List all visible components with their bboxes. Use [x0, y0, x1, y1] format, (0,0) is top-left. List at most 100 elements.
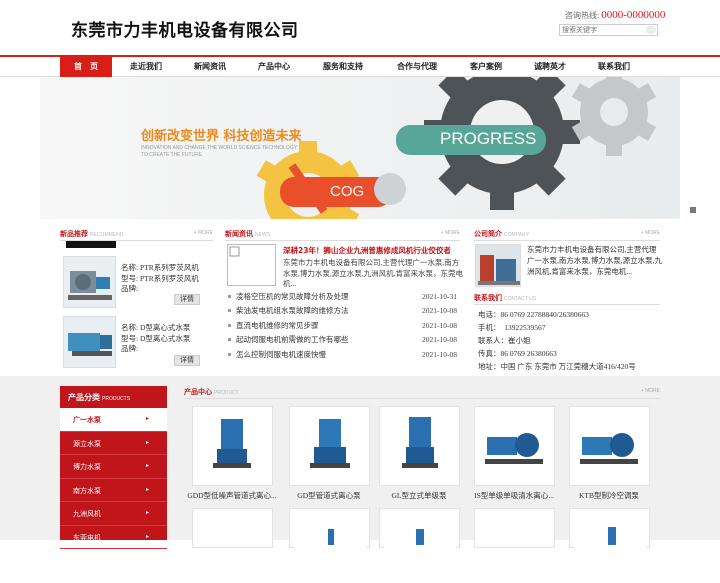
product-name: 名称: PTR系列罗茨风机 — [121, 263, 199, 272]
category-title: 产品分类 PRODUCTS — [68, 393, 131, 402]
category-list: 广一水泵 ▸ 源立水泵 ▸ 博力水泵 ▸ 南方水泵 ▸ 九洲风机 ▸ 东莞电机 ▸ — [60, 408, 167, 549]
blower-icon — [68, 271, 112, 300]
category-item[interactable]: 九洲风机 ▸ — [60, 502, 167, 526]
category-item[interactable]: 广一水泵 ▸ — [60, 408, 167, 432]
product-center-title: 产品中心 PRODUCT — [184, 388, 239, 396]
vertical-pump-icon — [197, 411, 269, 481]
new-products-header: 新品推荐 RECOMMEND + MORE — [60, 228, 213, 241]
nav-item-home[interactable]: 首 页 — [60, 57, 112, 77]
contact-person: 联系人：崔小姐 — [478, 336, 531, 345]
product-info-d: 名称: D型离心式水泵 型号: D型离心式水泵 品牌: — [121, 323, 190, 355]
banner-slogan: 创新改变世界 科技创造未来 — [141, 129, 302, 144]
product-image-d-pump[interactable] — [63, 316, 116, 368]
product-name[interactable]: IS型单级单吸清水离心... — [464, 490, 564, 501]
news-thumbnail[interactable] — [227, 244, 276, 286]
company-title: 公司简介 COMPANY — [474, 230, 529, 238]
hotline-number: 0000-0000000 — [601, 9, 666, 21]
contact-fax: 传真：86 0769 26380663 — [478, 349, 557, 358]
vertical-pump-icon — [294, 411, 366, 481]
nav-item-news[interactable]: 新闻资讯 — [178, 57, 242, 77]
pump-icon — [294, 513, 366, 583]
news-list-item[interactable]: 直流电机维修的常见步骤 2021-10-08 — [227, 319, 457, 333]
product-center-more-link[interactable]: + MORE — [641, 388, 660, 394]
product-name[interactable]: GD型管道式离心泵 — [279, 490, 379, 501]
banner-slogan-en: INNOVATION AND CHANGE THE WORLD SCIENCE … — [141, 145, 297, 158]
nav-item-contact[interactable]: 联系我们 — [582, 57, 646, 77]
news-list-item[interactable]: 起动伺服电机前需做的工作有哪些 2021-10-08 — [227, 333, 457, 347]
new-products-title: 新品推荐 RECOMMEND — [60, 230, 124, 238]
hotline-label: 咨询热线: — [565, 11, 600, 20]
contact-header: 联系我们 CONTACT US — [474, 292, 660, 305]
news-list-item[interactable]: 怎么控制伺服电机速度快慢 2021-10-08 — [227, 348, 457, 362]
search-button[interactable] — [646, 26, 656, 34]
news-headline[interactable]: 深耕23年！狮山企业九洲普惠修成风机行业佼佼者 — [283, 245, 451, 256]
product-model: 型号: D型离心式水泵 — [121, 333, 191, 343]
main-nav: 首 页 走近我们 新闻资讯 产品中心 服务和支持 合作与代理 客户案例 诚聘英才… — [0, 55, 720, 77]
product-card[interactable] — [474, 508, 555, 548]
search-box — [559, 24, 658, 36]
company-header: 公司简介 COMPANY + MORE — [474, 228, 660, 241]
contact-phone: 电话：86 0769 22788840/26380663 — [478, 310, 589, 319]
news-list-item[interactable]: 凌格空压机的常见故障分析及处理 2021-10-31 — [227, 290, 457, 304]
product-info-ptr: 名称: PTR系列罗茨风机 型号: PTR系列罗茨风机 品牌: — [121, 263, 199, 295]
product-name-bar — [66, 241, 116, 248]
banner-pager-dot[interactable] — [690, 207, 696, 213]
product-card[interactable] — [192, 508, 273, 548]
gear-progress-label: PROGRESS — [440, 129, 537, 148]
banner[interactable]: 创新改变世界 科技创造未来 INNOVATION AND CHANGE THE … — [40, 77, 680, 219]
nav-item-about[interactable]: 走近我们 — [114, 57, 178, 77]
company-more-link[interactable]: + MORE — [641, 230, 660, 236]
product-name[interactable]: GDD型低噪声管道式离心... — [182, 490, 282, 501]
pump-icon — [574, 513, 646, 583]
horizontal-pump-icon — [574, 411, 646, 481]
news-title: 新闻资讯 NEWS — [225, 230, 270, 238]
nav-item-products[interactable]: 产品中心 — [242, 57, 306, 77]
news-summary: 东莞市力丰机电设备有限公司,主营代理广一水泵,南方水泵,博力水泵,源立水泵,九洲… — [283, 258, 463, 288]
gear-cog-label: COG — [330, 183, 365, 200]
site-title[interactable]: 东莞市力丰机电设备有限公司 — [71, 16, 299, 41]
product-center-header: 产品中心 PRODUCT + MORE — [184, 386, 660, 399]
product-model: 型号: PTR系列罗茨风机 — [121, 273, 199, 283]
contact-mobile: 手机： 13922539567 — [478, 323, 546, 332]
detail-button[interactable]: 详情 — [174, 294, 200, 305]
contact-address: 地址：中国 广东 东莞市 万江莞穗大道416/420号 — [478, 362, 636, 371]
product-card[interactable] — [379, 508, 460, 583]
nav-item-service[interactable]: 服务和支持 — [306, 57, 380, 77]
broken-image-icon — [229, 246, 240, 257]
product-name: 名称: D型离心式水泵 — [121, 323, 191, 332]
new-products-more-link[interactable]: + MORE — [194, 230, 213, 236]
product-name[interactable]: GL型立式单级泵 — [369, 490, 469, 501]
product-card[interactable] — [289, 508, 370, 583]
product-name[interactable]: KTB型制冷空调泵 — [559, 490, 659, 501]
search-input[interactable] — [560, 25, 644, 35]
product-card[interactable] — [474, 406, 555, 486]
nav-item-jobs[interactable]: 诚聘英才 — [518, 57, 582, 77]
category-item[interactable]: 源立水泵 ▸ — [60, 432, 167, 455]
horizontal-pump-icon — [479, 411, 551, 481]
news-list-item[interactable]: 柴油发电机组水泵故障的维修方法 2021-10-08 — [227, 304, 457, 318]
company-image[interactable] — [475, 244, 521, 287]
factory-photo-icon — [478, 255, 520, 285]
product-card[interactable] — [569, 406, 650, 486]
product-card[interactable] — [379, 406, 460, 486]
product-image-ptr-blower[interactable] — [63, 256, 116, 308]
category-item[interactable]: 南方水泵 ▸ — [60, 479, 167, 502]
product-card[interactable] — [569, 508, 650, 583]
news-header: 新闻资讯 NEWS + MORE — [225, 228, 460, 241]
detail-button[interactable]: 详情 — [174, 355, 200, 366]
hotline: 咨询热线: 0000-0000000 — [565, 9, 665, 21]
category-item[interactable]: 博力水泵 ▸ — [60, 455, 167, 479]
product-card[interactable] — [192, 406, 273, 486]
pump-icon — [384, 513, 456, 583]
contact-title: 联系我们 CONTACT US — [474, 294, 537, 302]
company-intro: 东莞市力丰机电设备有限公司,主营代理广一水泵,南方水泵,博力水泵,源立水泵,九洲… — [527, 245, 662, 276]
product-card[interactable] — [289, 406, 370, 486]
pump-icon — [68, 333, 112, 356]
vertical-pump-icon — [384, 411, 456, 481]
category-header: 产品分类 PRODUCTS — [60, 386, 167, 408]
category-item[interactable]: 东莞电机 ▸ — [60, 526, 167, 549]
product-brand: 品牌: — [121, 344, 139, 353]
nav-item-cases[interactable]: 客户案例 — [454, 57, 518, 77]
news-more-link[interactable]: + MORE — [441, 230, 460, 236]
nav-item-partner[interactable]: 合作与代理 — [380, 57, 454, 77]
